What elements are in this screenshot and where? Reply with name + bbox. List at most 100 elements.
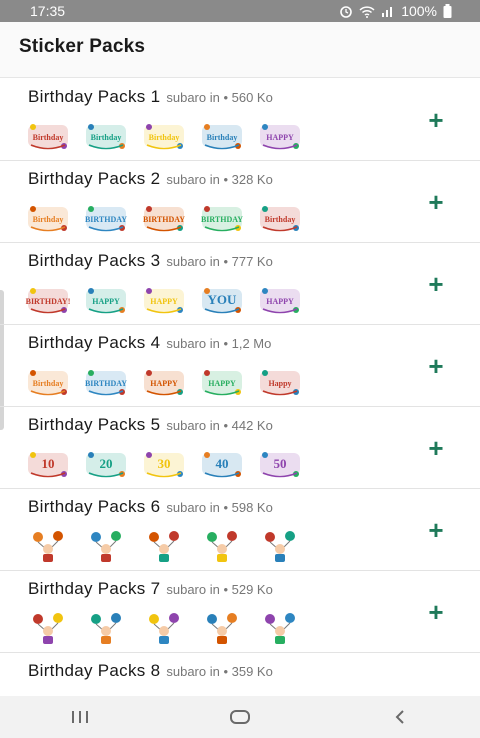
pack-name: Birthday Packs 5 bbox=[28, 415, 161, 434]
pack-meta: subaro in • 442 Ko bbox=[166, 418, 273, 433]
pack-meta: subaro in • 560 Ko bbox=[166, 90, 273, 105]
sticker-thumbnail: YOU bbox=[198, 283, 246, 317]
pack-meta: subaro in • 359 Ko bbox=[166, 664, 273, 679]
sticker-thumbnail: HAPPY bbox=[140, 283, 188, 317]
svg-text:BIRTHDAY: BIRTHDAY bbox=[85, 379, 127, 388]
pack-meta: subaro in • 598 Ko bbox=[166, 500, 273, 515]
pack-header: Birthday Packs 3 subaro in • 777 Ko bbox=[28, 251, 273, 271]
sticker-thumbnail: Birthday bbox=[256, 201, 304, 235]
sticker-thumbnail bbox=[24, 529, 72, 563]
sticker-preview-strip bbox=[24, 611, 304, 647]
battery-icon bbox=[443, 4, 452, 18]
sticker-pack-row[interactable]: Birthday Packs 4 subaro in • 1,2 Mo + Birth… bbox=[0, 325, 480, 407]
svg-text:Birthday: Birthday bbox=[33, 215, 64, 224]
svg-text:30: 30 bbox=[158, 456, 171, 471]
sticker-thumbnail bbox=[256, 611, 304, 645]
pack-header: Birthday Packs 5 subaro in • 442 Ko bbox=[28, 415, 273, 435]
svg-text:Happy: Happy bbox=[268, 379, 291, 388]
pack-meta: subaro in • 328 Ko bbox=[166, 172, 273, 187]
sticker-thumbnail: 30 bbox=[140, 447, 188, 481]
home-button[interactable] bbox=[210, 696, 270, 738]
sticker-thumbnail bbox=[198, 529, 246, 563]
sticker-pack-row[interactable]: Birthday Packs 5 subaro in • 442 Ko +10 20 3… bbox=[0, 407, 480, 489]
sticker-image: Happy bbox=[260, 370, 300, 396]
add-pack-button[interactable]: + bbox=[425, 353, 447, 379]
sticker-image: Birthday bbox=[144, 124, 184, 150]
sticker-image: HAPPY bbox=[144, 288, 184, 314]
sticker-pack-row[interactable]: Birthday Packs 3 subaro in • 777 Ko + BIRTH… bbox=[0, 243, 480, 325]
sticker-image bbox=[33, 613, 63, 644]
sticker-image: Birthday bbox=[202, 124, 242, 150]
svg-text:Birthday: Birthday bbox=[91, 133, 122, 142]
page-title: Sticker Packs bbox=[19, 36, 146, 57]
svg-text:HAPPY: HAPPY bbox=[266, 133, 294, 142]
pack-meta: subaro in • 529 Ko bbox=[166, 582, 273, 597]
add-pack-button[interactable]: + bbox=[425, 435, 447, 461]
battery-level: 100% bbox=[401, 3, 437, 19]
sticker-image bbox=[33, 531, 63, 562]
sticker-preview-strip: Birthday Birthday Birthday Birthday HAPPY bbox=[24, 119, 304, 155]
sticker-pack-row[interactable]: Birthday Packs 2 subaro in • 328 Ko + Birth… bbox=[0, 161, 480, 243]
sticker-thumbnail: BIRTHDAY bbox=[82, 365, 130, 399]
svg-text:20: 20 bbox=[100, 456, 113, 471]
pack-name: Birthday Packs 8 bbox=[28, 661, 161, 680]
back-button[interactable] bbox=[370, 696, 430, 738]
status-time: 17:35 bbox=[30, 3, 66, 19]
svg-text:HAPPY: HAPPY bbox=[150, 297, 178, 306]
sticker-thumbnail: BIRTHDAY bbox=[82, 201, 130, 235]
pack-name: Birthday Packs 7 bbox=[28, 579, 161, 598]
wifi-icon bbox=[359, 5, 375, 18]
svg-text:YOU: YOU bbox=[208, 292, 238, 307]
sticker-thumbnail: HAPPY bbox=[198, 365, 246, 399]
sticker-image: HAPPY bbox=[260, 288, 300, 314]
sticker-image: Birthday bbox=[28, 370, 68, 396]
recent-apps-icon bbox=[72, 711, 88, 723]
sticker-image bbox=[207, 531, 237, 562]
sticker-image: HAPPY bbox=[202, 370, 242, 396]
sticker-image bbox=[91, 531, 121, 562]
sticker-thumbnail bbox=[140, 529, 188, 563]
svg-text:HAPPY: HAPPY bbox=[92, 297, 120, 306]
sticker-image: Birthday bbox=[86, 124, 126, 150]
sticker-image bbox=[207, 613, 237, 644]
sticker-thumbnail bbox=[140, 611, 188, 645]
sticker-image: 50 bbox=[260, 452, 300, 478]
sticker-image: Birthday bbox=[260, 206, 300, 232]
recent-apps-button[interactable] bbox=[50, 696, 110, 738]
sticker-preview-strip: 10 20 30 40 50 bbox=[24, 447, 304, 483]
svg-text:Birthday: Birthday bbox=[265, 215, 296, 224]
sticker-image: 10 bbox=[28, 452, 68, 478]
sticker-thumbnail: 20 bbox=[82, 447, 130, 481]
sticker-image: 40 bbox=[202, 452, 242, 478]
add-pack-button[interactable]: + bbox=[425, 189, 447, 215]
sticker-preview-strip bbox=[24, 529, 304, 565]
sticker-thumbnail: Birthday bbox=[24, 119, 72, 153]
sticker-image: BIRTHDAY bbox=[85, 370, 127, 396]
sticker-thumbnail: Happy bbox=[256, 365, 304, 399]
sticker-pack-row[interactable]: Birthday Packs 7 subaro in • 529 Ko + bbox=[0, 571, 480, 653]
sticker-image: YOU bbox=[202, 288, 242, 314]
sticker-thumbnail: HAPPY bbox=[140, 365, 188, 399]
sticker-pack-list[interactable]: Birthday Packs 1 subaro in • 560 Ko + Birth… bbox=[0, 79, 480, 696]
add-pack-button[interactable]: + bbox=[425, 271, 447, 297]
sticker-image: HAPPY bbox=[86, 288, 126, 314]
sticker-pack-row[interactable]: Birthday Packs 1 subaro in • 560 Ko + Birth… bbox=[0, 79, 480, 161]
add-pack-button[interactable]: + bbox=[425, 107, 447, 133]
svg-text:BIRTHDAY!: BIRTHDAY! bbox=[26, 297, 71, 306]
sticker-thumbnail: 50 bbox=[256, 447, 304, 481]
sticker-preview-strip: Birthday BIRTHDAY BIRTHDAY BIRTHDAY Birthday bbox=[24, 201, 304, 237]
pack-name: Birthday Packs 6 bbox=[28, 497, 161, 516]
svg-text:40: 40 bbox=[216, 456, 229, 471]
sticker-pack-row[interactable]: Birthday Packs 6 subaro in • 598 Ko + bbox=[0, 489, 480, 571]
pack-header: Birthday Packs 6 subaro in • 598 Ko bbox=[28, 497, 273, 517]
sticker-pack-row[interactable]: Birthday Packs 8 subaro in • 359 Ko bbox=[0, 653, 480, 696]
svg-text:BIRTHDAY: BIRTHDAY bbox=[201, 215, 243, 224]
pack-header: Birthday Packs 2 subaro in • 328 Ko bbox=[28, 169, 273, 189]
svg-text:HAPPY: HAPPY bbox=[150, 379, 178, 388]
pack-header: Birthday Packs 1 subaro in • 560 Ko bbox=[28, 87, 273, 107]
add-pack-button[interactable]: + bbox=[425, 599, 447, 625]
pack-name: Birthday Packs 1 bbox=[28, 87, 161, 106]
svg-text:Birthday: Birthday bbox=[33, 133, 64, 142]
add-pack-button[interactable]: + bbox=[425, 517, 447, 543]
sticker-thumbnail: Birthday bbox=[82, 119, 130, 153]
